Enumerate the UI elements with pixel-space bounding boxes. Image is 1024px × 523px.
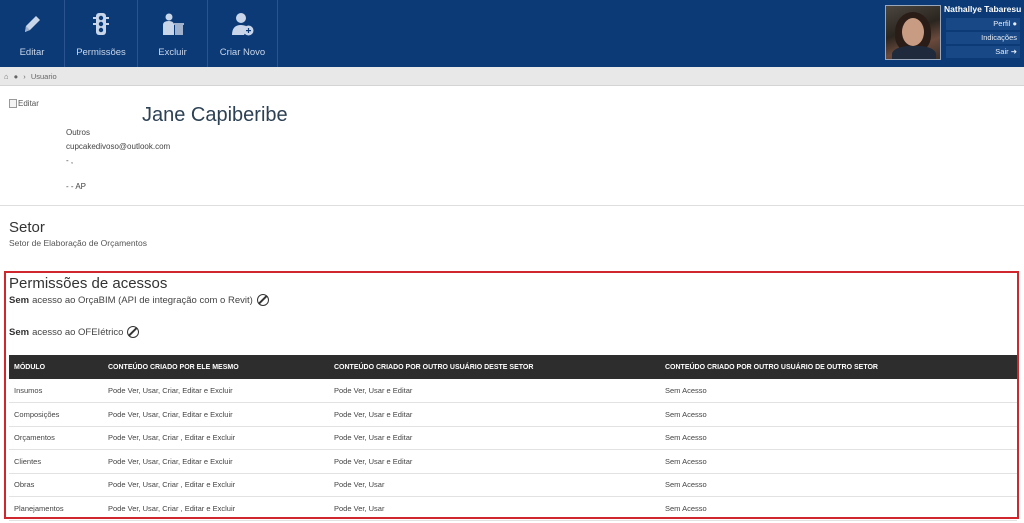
logout-icon: ➜ [1010, 47, 1017, 56]
user-icon[interactable]: ● [14, 72, 19, 81]
table-cell: Planejamentos [9, 496, 103, 521]
table-cell: Sem Acesso [660, 426, 1017, 450]
table-cell: Pode Ver, Usar e Editar [329, 379, 660, 403]
ofeletrico-access: Sem acesso ao OFEIétrico [9, 326, 140, 338]
traffic-light-icon [93, 13, 109, 35]
delete-button[interactable]: Excluir [138, 0, 208, 67]
access-text: acesso ao OrçaBIM (API de integração com… [32, 294, 253, 306]
table-cell: Composições [9, 402, 103, 427]
table-cell: Obras [9, 473, 103, 497]
table-cell: Pode Ver, Usar, Criar, Editar e Excluir [103, 379, 329, 403]
logout-link-label: Sair [995, 47, 1009, 56]
table-row: Clientes Pode Ver, Usar, Criar, Editar e… [9, 449, 1017, 474]
pencil-icon [25, 16, 40, 32]
table-cell: Sem Acesso [660, 496, 1017, 521]
table-cell: Pode Ver, Usar, Criar , Editar e Excluir [103, 426, 329, 450]
table-cell: Clientes [9, 449, 103, 474]
broken-image-icon [9, 99, 17, 108]
user-name: Nathallye Tabaresu [944, 4, 1022, 14]
home-icon[interactable]: ⌂ [4, 72, 9, 81]
access-status: Sem [9, 294, 30, 306]
add-user-icon [231, 13, 253, 36]
table-cell: Pode Ver, Usar [329, 496, 660, 521]
access-status: Sem [9, 326, 30, 338]
table-cell: Pode Ver, Usar e Editar [329, 402, 660, 427]
top-toolbar: Editar Permissões Excluir Criar Novo Nat… [0, 0, 1024, 67]
permissions-heading: Permissões de acessos [9, 275, 168, 292]
access-text: acesso ao OFEIétrico [32, 326, 124, 338]
table-row: Insumos Pode Ver, Usar, Criar, Editar e … [9, 379, 1017, 403]
profile-role: Outros [66, 128, 91, 137]
table-cell: Insumos [9, 379, 103, 403]
breadcrumb-separator: › [23, 72, 26, 81]
column-header: MÓDULO [14, 363, 46, 371]
table-row: Orçamentos Pode Ver, Usar, Criar , Edita… [9, 426, 1017, 450]
no-access-icon [256, 294, 269, 306]
setor-value: Setor de Elaboração de Orçamentos [9, 238, 147, 248]
create-new-button[interactable]: Criar Novo [208, 0, 278, 67]
table-cell: Sem Acesso [660, 402, 1017, 427]
profile-line4: - - AP [66, 182, 87, 191]
trash-user-icon [162, 13, 184, 35]
edit-button[interactable]: Editar [0, 0, 65, 67]
table-header-row: MÓDULO CONTEÚDO CRIADO POR ELE MESMO CON… [9, 355, 1017, 379]
logout-link[interactable]: Sair ➜ [946, 46, 1020, 58]
profile-link[interactable]: Perfil ● [946, 18, 1020, 30]
avatar[interactable] [885, 5, 941, 60]
permissions-button[interactable]: Permissões [65, 0, 138, 67]
profile-email: cupcakedivoso@outlook.com [66, 142, 171, 151]
table-cell: Pode Ver, Usar e Editar [329, 426, 660, 450]
table-cell: Pode Ver, Usar, Criar, Editar e Excluir [103, 449, 329, 474]
table-cell: Sem Acesso [660, 449, 1017, 474]
profile-link-label: Perfil [993, 19, 1011, 28]
table-cell: Pode Ver, Usar, Criar, Editar e Excluir [103, 402, 329, 427]
profile-image-alt: Editar [18, 99, 39, 108]
table-cell: Pode Ver, Usar e Editar [329, 449, 660, 474]
profile-line3: - , [66, 156, 74, 165]
table-cell: Pode Ver, Usar, Criar , Editar e Excluir [103, 473, 329, 497]
table-cell: Orçamentos [9, 426, 103, 450]
edit-label: Editar [19, 47, 45, 58]
referrals-link-label: Indicações [981, 33, 1017, 42]
table-row: Obras Pode Ver, Usar, Criar , Editar e E… [9, 473, 1017, 497]
orcabim-access: Sem acesso ao OrçaBIM (API de integração… [9, 294, 269, 306]
setor-heading: Setor [9, 219, 45, 236]
divider [0, 205, 1024, 206]
table-cell: Pode Ver, Usar, Criar , Editar e Excluir [103, 496, 329, 521]
permissions-table: MÓDULO CONTEÚDO CRIADO POR ELE MESMO CON… [9, 355, 1017, 521]
table-row: Composições Pode Ver, Usar, Criar, Edita… [9, 402, 1017, 427]
delete-label: Excluir [158, 47, 187, 58]
create-new-label: Criar Novo [219, 47, 266, 58]
table-cell: Sem Acesso [660, 379, 1017, 403]
profile-image[interactable]: Editar [9, 99, 39, 108]
breadcrumb-current: Usuario [30, 72, 57, 81]
table-cell: Pode Ver, Usar [329, 473, 660, 497]
column-header: CONTEÚDO CRIADO POR OUTRO USUÁRIO DE OUT… [665, 363, 878, 371]
table-row: Planejamentos Pode Ver, Usar, Criar , Ed… [9, 496, 1017, 521]
column-header: CONTEÚDO CRIADO POR ELE MESMO [108, 363, 239, 371]
referrals-link[interactable]: Indicações [946, 32, 1020, 44]
no-access-icon [127, 326, 140, 338]
user-icon: ● [1012, 19, 1017, 28]
breadcrumb: ⌂ ● › Usuario [0, 67, 1024, 86]
column-header: CONTEÚDO CRIADO POR OUTRO USUÁRIO DESTE … [334, 363, 534, 371]
permissions-label: Permissões [76, 47, 126, 58]
table-cell: Sem Acesso [660, 473, 1017, 497]
profile-name: Jane Capiberibe [142, 104, 288, 126]
